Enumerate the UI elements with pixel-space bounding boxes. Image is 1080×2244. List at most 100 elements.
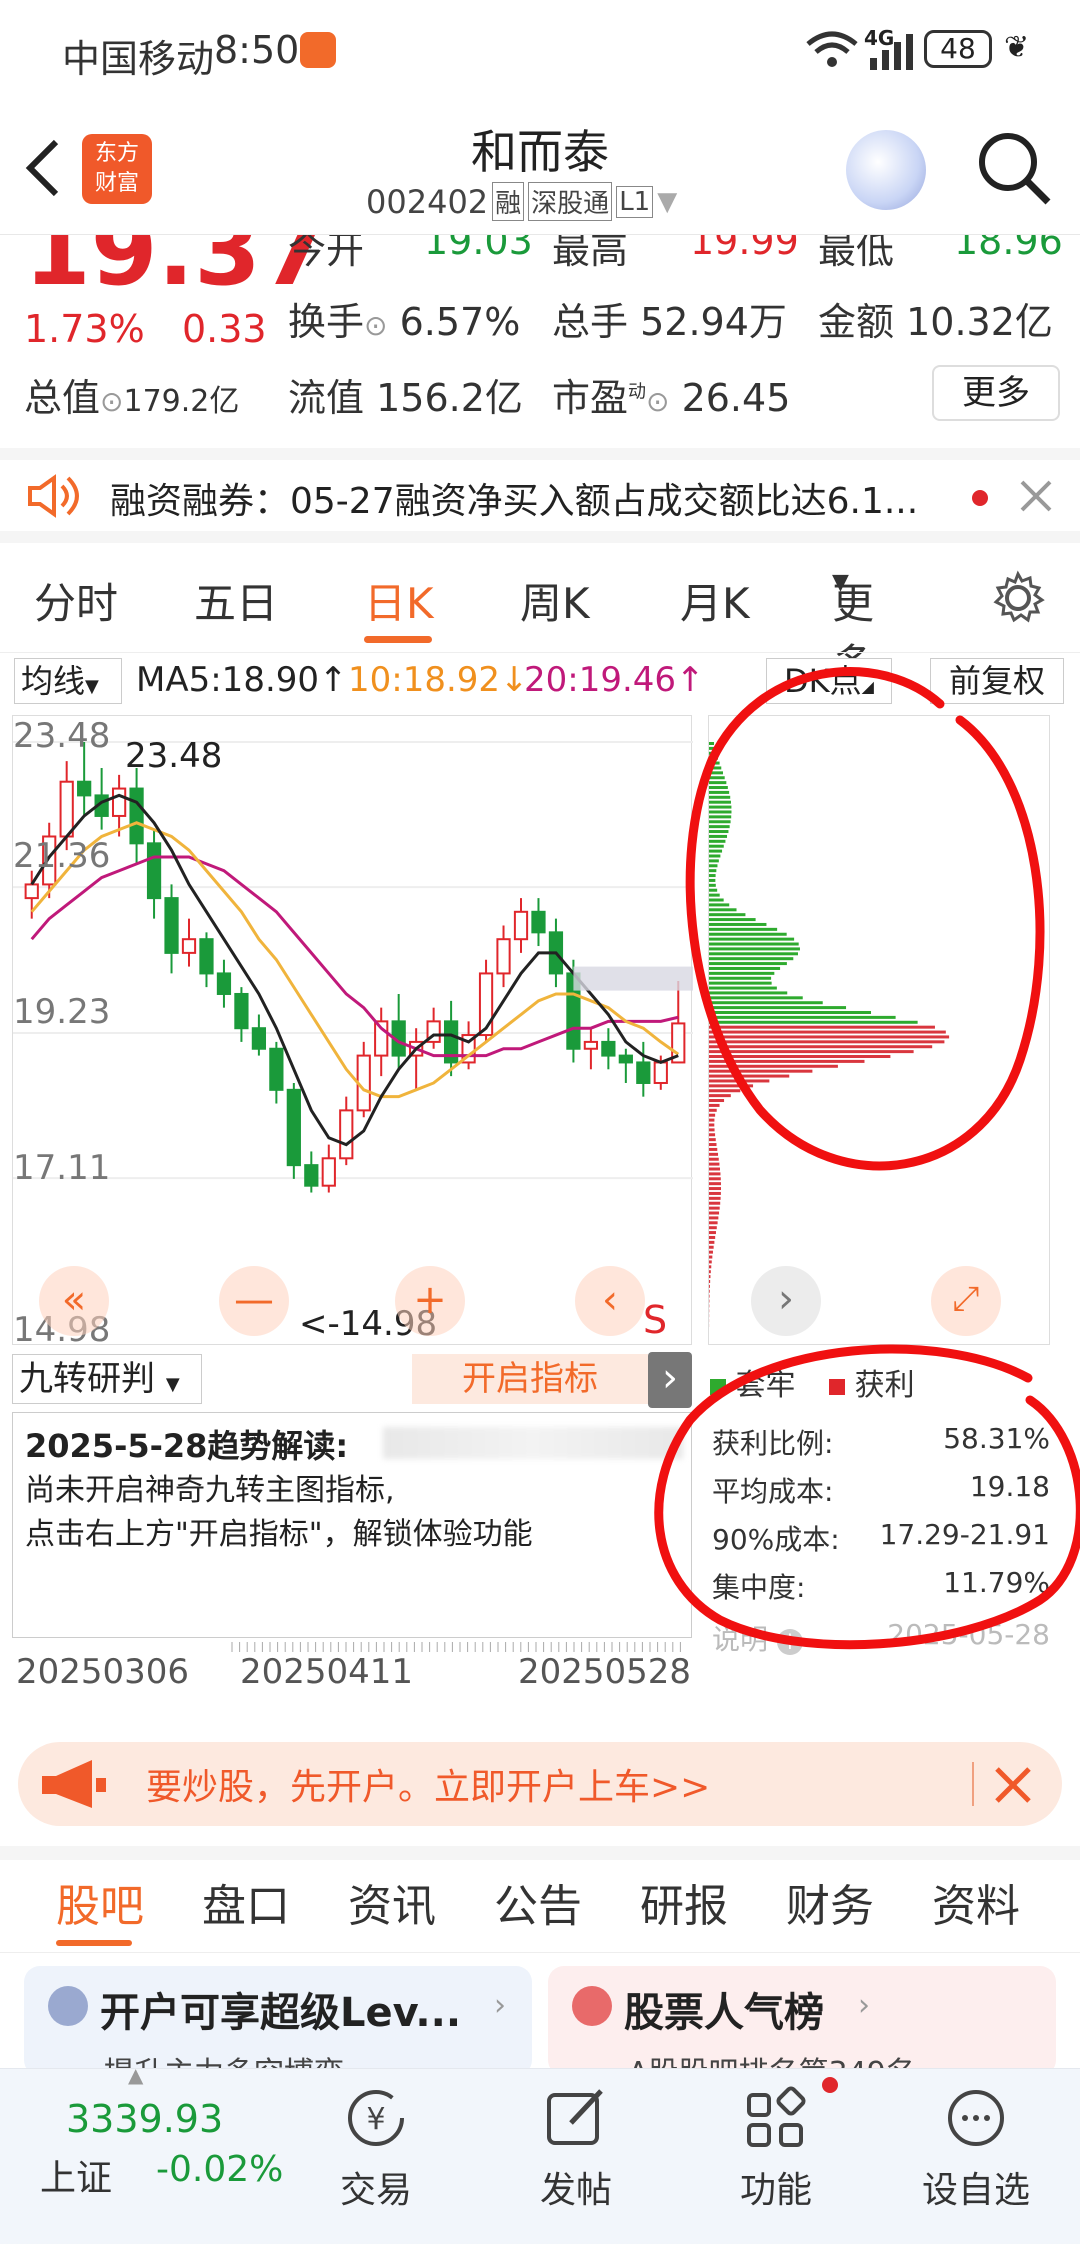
chip-bar — [709, 825, 730, 829]
chip-bar — [709, 742, 715, 745]
caret-up-icon: ▲ — [128, 2063, 144, 2087]
trade-button[interactable]: ¥ 交易 — [306, 2069, 446, 2213]
tab-finance[interactable]: 财务 — [786, 1870, 874, 1934]
candle-body — [216, 972, 232, 995]
chip-bar — [709, 1177, 721, 1181]
candle-body — [304, 1164, 319, 1187]
chip-bar — [709, 947, 800, 951]
chip-distribution-chart[interactable]: › ⤢ — [708, 715, 1050, 1345]
candle-body — [618, 1054, 633, 1064]
resistance-band — [573, 966, 696, 991]
chip-bar — [709, 1074, 790, 1078]
close-icon[interactable] — [994, 1766, 1032, 1804]
expand-icon[interactable]: ⤢ — [931, 1266, 1001, 1336]
concentration-value: 11.79% — [943, 1566, 1050, 1599]
prev-button[interactable]: ‹ — [575, 1266, 645, 1336]
next-button[interactable]: › — [751, 1266, 821, 1336]
info-icon[interactable]: ⊙ — [100, 385, 123, 418]
high-value: 19.99 — [690, 235, 799, 263]
chip-bar — [709, 1172, 721, 1176]
stock-code-row[interactable]: 002402 融 深股通 L1 ▼ — [366, 182, 677, 221]
tab-monthly-k[interactable]: 月K — [680, 570, 750, 631]
tab-five-day[interactable]: 五日 — [194, 570, 278, 631]
search-icon[interactable] — [976, 130, 1052, 206]
chip-bar — [709, 962, 787, 966]
gear-icon[interactable] — [990, 570, 1046, 626]
dk-point-select[interactable]: DK点◢ — [766, 658, 892, 704]
tab-intraday[interactable]: 分时 — [34, 570, 118, 631]
trend-line-2: 点击右上方"开启指标"，解锁体验功能 — [25, 1517, 533, 1552]
chip-bar — [709, 1196, 721, 1200]
zoom-out-button[interactable]: — — [219, 1266, 289, 1336]
more-button[interactable]: 更多 — [932, 365, 1060, 421]
chip-bar — [709, 1235, 716, 1239]
chip-bar — [709, 1099, 725, 1103]
candle-body — [234, 992, 249, 1030]
chevron-right-icon: › — [858, 1988, 870, 2023]
functions-button[interactable]: 功能 — [706, 2069, 846, 2213]
yen-cycle-icon: ¥ — [348, 2090, 404, 2146]
ma-select[interactable]: 均线▼ — [14, 658, 122, 704]
tag-level: L1 — [616, 185, 654, 218]
chip-bar — [709, 771, 723, 775]
back-icon[interactable] — [22, 138, 62, 198]
chevron-down-icon: ▼ — [165, 1374, 180, 1395]
blurred-text — [383, 1427, 683, 1459]
chip-bar — [709, 932, 787, 936]
scroll-left-button[interactable]: « — [39, 1266, 109, 1336]
tab-weekly-k[interactable]: 周K — [520, 570, 590, 631]
chip-bar — [709, 830, 729, 834]
tab-announcements[interactable]: 公告 — [494, 1870, 582, 1934]
chip-bar — [709, 1284, 710, 1288]
change-amount: 0.33 — [182, 307, 267, 351]
chip-bar — [709, 1245, 714, 1249]
explain-label: 说明 — [712, 1623, 769, 1656]
indicator-select[interactable]: 九转研判 ▼ — [12, 1354, 202, 1404]
y-tick-top: 23.48 — [13, 716, 111, 756]
app-logo: 东方 财富 — [82, 134, 152, 204]
chip-bar — [709, 1231, 716, 1235]
candle-body — [339, 1109, 354, 1160]
chip-bar — [709, 1206, 720, 1210]
index-name: 上证 — [40, 2158, 113, 2199]
tab-daily-k[interactable]: 日K — [364, 570, 434, 631]
explain-link[interactable]: 说明 i — [712, 1618, 803, 1658]
chip-bar — [709, 976, 772, 980]
tab-news[interactable]: 资讯 — [348, 1870, 436, 1934]
info-icon[interactable]: ⊙ — [646, 385, 669, 418]
grid-icon — [747, 2086, 806, 2147]
promo-card-rank[interactable]: 股票人气榜 › A股股吧排名第349名 — [548, 1966, 1056, 2076]
promo-card-lev[interactable]: 开户可享超级Lev... › 提升主力多空博弈 — [24, 1966, 532, 2076]
info-icon[interactable]: ⊙ — [364, 309, 387, 342]
open-account-banner[interactable]: 要炒股，先开户。立即开户上车>> — [18, 1742, 1062, 1826]
add-watchlist-button[interactable]: 设自选 — [906, 2069, 1046, 2213]
chip-bar — [709, 781, 727, 785]
zoom-in-button[interactable]: + — [395, 1266, 465, 1336]
chip-legend: 套牢 获利 — [710, 1360, 915, 1404]
tab-orderbook[interactable]: 盘口 — [202, 1870, 290, 1934]
candle-body — [583, 1040, 599, 1050]
tab-forum[interactable]: 股吧 — [56, 1870, 144, 1934]
candle-body — [24, 883, 39, 900]
chip-bar — [709, 1128, 715, 1132]
adjust-select[interactable]: 前复权 — [930, 658, 1064, 704]
chip-bar — [709, 1010, 872, 1014]
index-widget[interactable]: ▲ 3339.93 上证 -0.02% — [0, 2063, 300, 2244]
close-icon[interactable] — [1020, 480, 1052, 512]
chip-bar — [709, 893, 720, 897]
last-price: 19.37 — [24, 235, 328, 307]
chip-bar — [709, 1162, 720, 1166]
chip-bar — [709, 864, 718, 868]
open-indicator-button[interactable]: 开启指标 — [412, 1354, 648, 1404]
chip-bar — [709, 1006, 847, 1010]
chip-bar — [709, 839, 726, 843]
chip-bar — [709, 1250, 713, 1254]
robot-assistant-icon[interactable] — [846, 130, 926, 210]
tab-profile[interactable]: 资料 — [932, 1870, 1020, 1934]
kline-chart[interactable]: 23.48 21.36 19.23 17.11 14.98 23.48 <-14… — [12, 715, 696, 1350]
news-ticker[interactable]: 融资融券：05-27融资净买入额占成交额比达6.1... — [0, 448, 1080, 543]
chip-bar — [709, 869, 717, 873]
tab-research[interactable]: 研报 — [640, 1870, 728, 1934]
post-button[interactable]: 发帖 — [506, 2069, 646, 2213]
chevron-right-icon[interactable]: › — [648, 1352, 692, 1408]
